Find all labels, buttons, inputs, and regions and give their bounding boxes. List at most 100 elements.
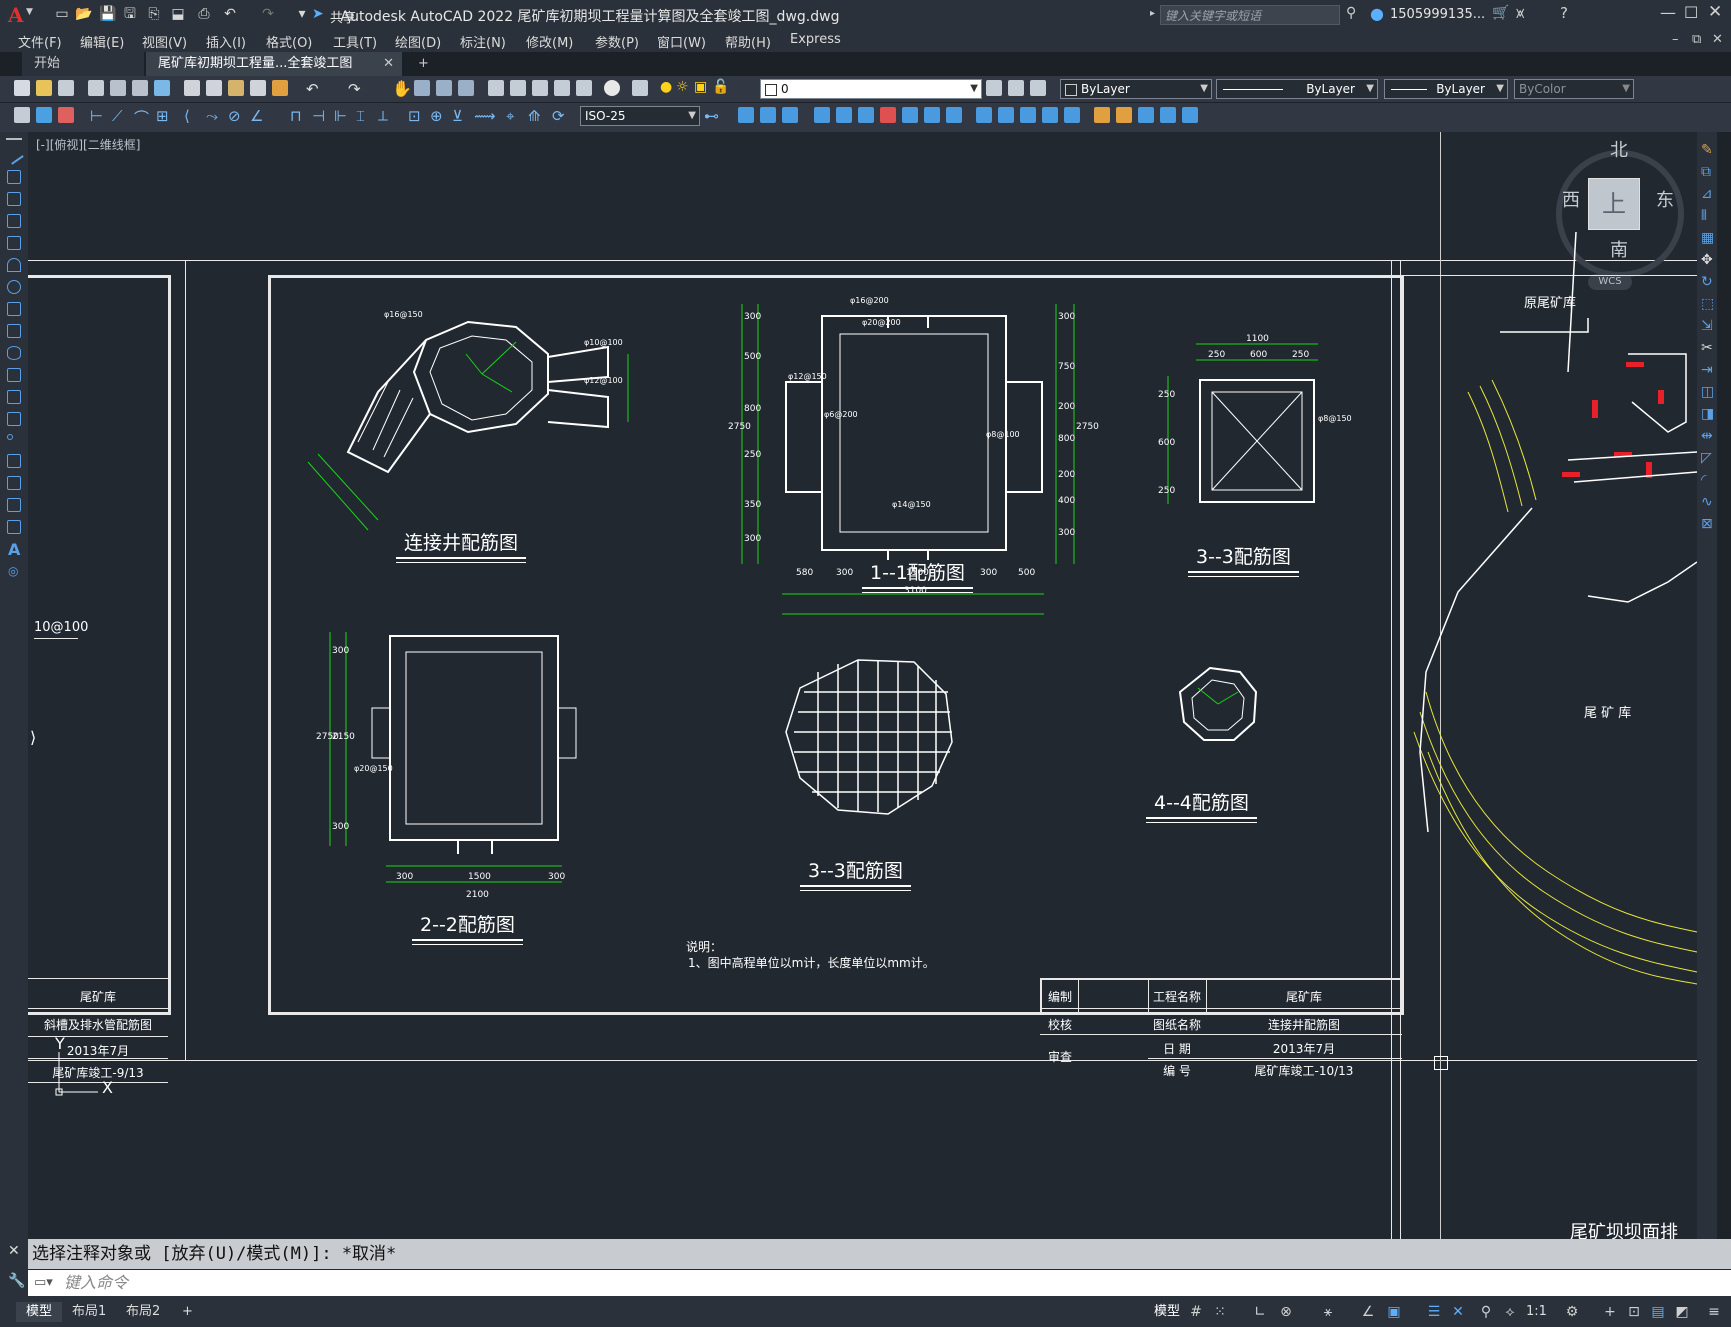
close-command-icon[interactable]: ✕	[8, 1243, 20, 1259]
explode-icon[interactable]: ⊠	[1701, 516, 1713, 532]
customization-menu-icon[interactable]: ≡	[1704, 1302, 1724, 1322]
modify-icon-6[interactable]	[858, 107, 874, 123]
customize-command-icon[interactable]: 🔧	[8, 1273, 25, 1289]
point-icon[interactable]	[7, 434, 13, 440]
search-expand-icon[interactable]: ▸	[1150, 8, 1155, 19]
snap-icon[interactable]: ⁙	[1210, 1302, 1230, 1322]
add-selected-icon[interactable]: ◎	[8, 564, 18, 578]
offset-icon[interactable]: ⫴	[1701, 208, 1707, 224]
menu-format[interactable]: 格式(O)	[266, 32, 312, 51]
dim-tedit-icon[interactable]: ⟰	[528, 107, 541, 125]
mirror-icon[interactable]: ⊿	[1701, 186, 1713, 202]
menu-file[interactable]: 文件(F)	[18, 32, 62, 51]
rotate-icon[interactable]: ↻	[1701, 274, 1713, 290]
table-icon[interactable]	[7, 520, 21, 534]
dim-arclength-icon[interactable]: ⌒	[134, 107, 149, 128]
doc-minimize-icon[interactable]: –	[1672, 32, 1679, 47]
selection-cycling-icon[interactable]: ✕	[1448, 1302, 1468, 1322]
zoom-window-icon[interactable]	[436, 80, 452, 96]
blend-icon[interactable]: ∿	[1701, 494, 1713, 510]
matchprop-icon[interactable]	[250, 80, 266, 96]
command-input-row[interactable]: ▭▾ 键入命令	[28, 1270, 1731, 1296]
jogged-linear-icon[interactable]: ⟿	[474, 107, 496, 125]
undo-tb-icon[interactable]: ↶	[306, 80, 319, 98]
array-icon[interactable]: ▦	[1701, 230, 1714, 246]
center-mark-icon[interactable]: ⊕	[430, 107, 443, 125]
extend-icon[interactable]: ⇥	[1701, 362, 1713, 378]
layer-state-icon[interactable]	[1030, 80, 1046, 96]
layout-tab-2[interactable]: 布局2	[116, 1302, 170, 1322]
dim-space-icon[interactable]: ⌶	[356, 107, 365, 125]
dim-update-icon[interactable]: ⟳	[552, 107, 565, 125]
modify-icon-4[interactable]	[814, 107, 830, 123]
modify-icon-11[interactable]	[976, 107, 992, 123]
preview-icon[interactable]	[110, 80, 126, 96]
recent-commands-icon[interactable]: ▭▾	[34, 1270, 53, 1296]
menu-edit[interactable]: 编辑(E)	[80, 32, 124, 51]
tolerance-icon[interactable]: ⊡	[408, 107, 421, 125]
units-icon[interactable]: ⊡	[1624, 1302, 1644, 1322]
annotation-scale[interactable]: 1:1	[1526, 1304, 1547, 1319]
dimstyle-combo[interactable]: ISO-25 ▼	[580, 106, 700, 126]
dim-aligned-icon[interactable]: ⟋	[112, 107, 123, 125]
add-layout-icon[interactable]: +	[172, 1302, 203, 1322]
lineweight-toggle-icon[interactable]: ☰	[1424, 1302, 1444, 1322]
mtext-icon[interactable]: A	[8, 540, 20, 559]
circle-icon[interactable]	[7, 280, 21, 294]
break-icon[interactable]: ◨	[1701, 406, 1714, 422]
modify-icon-8[interactable]	[902, 107, 918, 123]
layer-viewport-icon[interactable]: ▣	[694, 79, 707, 95]
layer-combo[interactable]: 0 ▼	[760, 79, 982, 99]
scale-icon[interactable]: ⬚	[1701, 296, 1714, 312]
palette-grip[interactable]	[6, 138, 22, 140]
object-snap-tracking-icon[interactable]: ∠	[1358, 1302, 1378, 1322]
cut-icon[interactable]	[184, 80, 200, 96]
ellipse-icon[interactable]	[7, 346, 21, 360]
dim-radius-icon[interactable]: ⟨	[184, 107, 190, 125]
construction-line-icon[interactable]	[7, 170, 21, 184]
polar-icon[interactable]: ⊗	[1276, 1302, 1296, 1322]
copy-obj-icon[interactable]: ⧉	[1701, 164, 1711, 180]
layout-tab-model[interactable]: 模型	[16, 1302, 63, 1322]
dimstyle-manager-icon[interactable]: ⊷	[704, 107, 719, 125]
menu-insert[interactable]: 插入(I)	[206, 32, 246, 51]
save-tb-icon[interactable]	[58, 80, 74, 96]
sheetset-icon[interactable]	[554, 80, 570, 96]
chamfer-icon[interactable]: ◸	[1701, 450, 1712, 466]
rectangle-icon[interactable]	[7, 236, 21, 250]
block-editor-icon[interactable]	[272, 80, 288, 96]
tb2-icon-1[interactable]	[14, 107, 30, 123]
zoom-realtime-icon[interactable]	[414, 80, 430, 96]
dim-edit-icon[interactable]: ⌖	[506, 107, 514, 125]
isolate-objects-icon[interactable]: ◩	[1672, 1302, 1692, 1322]
paste-icon[interactable]	[228, 80, 244, 96]
maximize-window-icon[interactable]: ☐	[1684, 3, 1698, 22]
publish-icon[interactable]	[132, 80, 148, 96]
polyline-icon[interactable]	[7, 192, 21, 206]
menu-window[interactable]: 窗口(W)	[657, 32, 706, 51]
workspace-gear-icon[interactable]: ⚙	[1562, 1302, 1582, 1322]
help-icon[interactable]: ?	[1560, 4, 1568, 22]
trim-icon[interactable]: ✂	[1701, 340, 1713, 356]
isodraft-icon[interactable]: ⚹	[1318, 1302, 1338, 1322]
menu-tools[interactable]: 工具(T)	[333, 32, 377, 51]
move-icon[interactable]: ✥	[1701, 252, 1713, 268]
dim-baseline-icon[interactable]: ⊣	[312, 107, 325, 125]
grid-icon[interactable]: #	[1186, 1302, 1206, 1322]
menu-express[interactable]: Express	[790, 32, 841, 47]
properties-icon[interactable]	[488, 80, 504, 96]
color-combo[interactable]: ByLayer ▼	[1060, 79, 1212, 99]
make-current-layer-icon[interactable]	[986, 80, 1002, 96]
modify-icon-1[interactable]	[738, 107, 754, 123]
help-tb-icon[interactable]	[604, 80, 620, 96]
vertical-scrollbar[interactable]	[1717, 132, 1731, 1239]
dim-continue-icon[interactable]: ⊩	[334, 107, 347, 125]
drawing-canvas[interactable]: [-][俯视][二维线框] 10@100 ⟩ 尾矿库 斜槽及排水管配筋图 201…	[28, 132, 1697, 1239]
tab-start[interactable]: 开始	[22, 52, 144, 76]
layer-lock-icon[interactable]: 🔓	[712, 79, 729, 95]
insert-block-icon[interactable]	[7, 390, 21, 404]
lineweight-combo[interactable]: ByLayer ▼	[1384, 79, 1508, 99]
menu-draw[interactable]: 绘图(D)	[395, 32, 441, 51]
inspect-icon[interactable]: ⊻	[452, 107, 463, 125]
modify-icon-3[interactable]	[782, 107, 798, 123]
